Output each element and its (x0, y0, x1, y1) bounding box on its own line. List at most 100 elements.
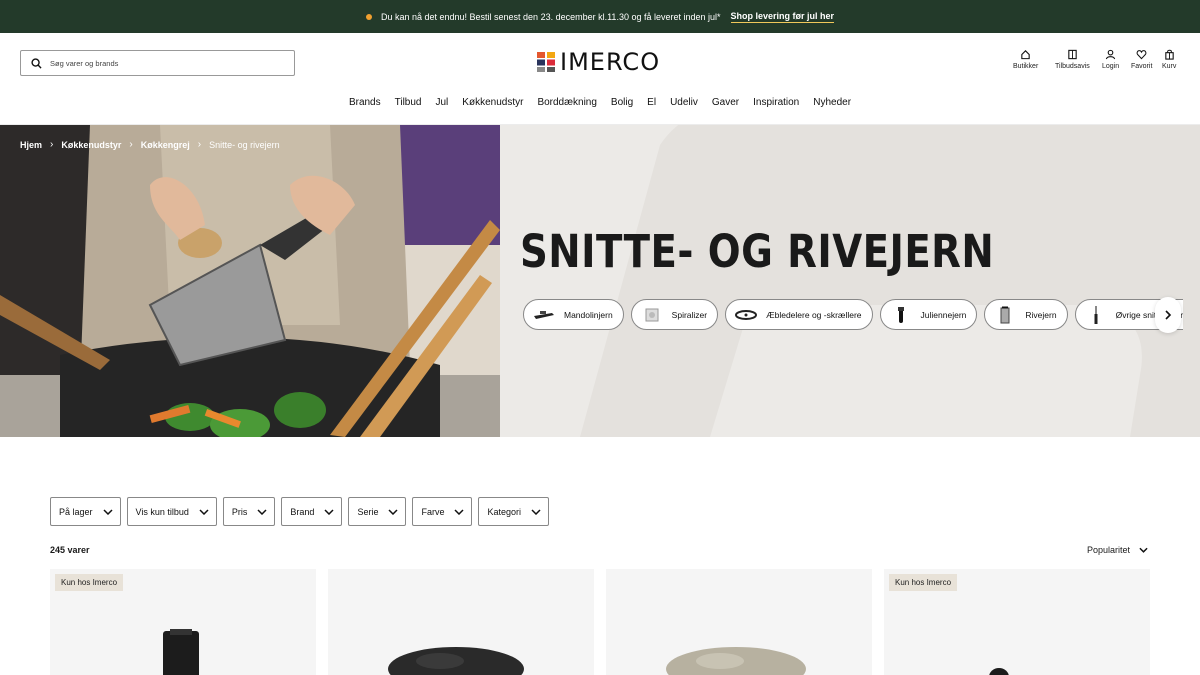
julienne-peeler-icon (897, 306, 904, 323)
chevron-down-icon (1139, 547, 1148, 553)
stores-link[interactable]: Butikker (1013, 49, 1038, 70)
breadcrumb-kokkengrej[interactable]: Køkkengrej (141, 140, 190, 150)
chip-spiralizer[interactable]: Spiralizer (630, 299, 719, 330)
chip-label: Rivejern (1025, 309, 1057, 320)
search-input[interactable] (50, 58, 270, 68)
filter-in-stock[interactable]: På lager (50, 497, 121, 526)
nav-item-nyheder[interactable]: Nyheder (813, 97, 851, 108)
product-image (388, 647, 524, 675)
nav-item-borddaekning[interactable]: Borddækning (537, 97, 596, 108)
logo-text: IMERCO (560, 48, 661, 76)
favorites-link[interactable]: Favorit (1131, 49, 1152, 70)
chip-aebledelere[interactable]: Æbledelere og -skrællere (725, 299, 873, 330)
stores-label: Butikker (1013, 63, 1039, 70)
filter-label: Vis kun tilbud (135, 506, 189, 517)
user-icon (1105, 49, 1116, 60)
announcement-bar: Du kan nå det endnu! Bestil senest den 2… (0, 0, 1200, 33)
cart-link[interactable]: Kurv (1162, 49, 1176, 70)
nav-item-tilbud[interactable]: Tilbud (395, 97, 422, 108)
main-nav: Brands Tilbud Jul Køkkenudstyr Borddækni… (0, 97, 1200, 108)
filter-color[interactable]: Farve (412, 497, 473, 526)
hero-background-shape (580, 125, 1200, 437)
hero-image (0, 125, 500, 437)
filter-offers[interactable]: Vis kun tilbud (126, 497, 217, 526)
subcategory-chips: Mandolinjern Spiralizer Æbledelere og -s… (523, 299, 1183, 331)
chip-mandolinjern[interactable]: Mandolinjern (523, 299, 624, 330)
catalog-link[interactable]: Tilbudsavis (1055, 49, 1090, 70)
announcement-link[interactable]: Shop levering før jul her (730, 11, 835, 23)
spiralizer-icon (645, 308, 659, 321)
sort-dropdown[interactable]: Popularitet (1087, 545, 1148, 555)
chevron-right-icon: › (197, 139, 202, 150)
filter-label: Kategori (487, 506, 521, 517)
breadcrumb-home[interactable]: Hjem (20, 140, 42, 150)
nav-item-gaver[interactable]: Gaver (712, 97, 739, 108)
nav-item-brands[interactable]: Brands (349, 97, 381, 108)
chevron-down-icon (257, 508, 267, 515)
breadcrumb-current: Snitte- og rivejern (209, 139, 280, 150)
product-card[interactable] (328, 569, 594, 675)
box-grater-icon (1000, 306, 1010, 323)
product-card[interactable] (606, 569, 872, 675)
page-title: SNITTE- OG RIVEJERN (520, 225, 995, 278)
nav-item-udeliv[interactable]: Udeliv (670, 97, 698, 108)
filter-price[interactable]: Pris (222, 497, 276, 526)
favorites-label: Favorit (1131, 63, 1153, 70)
chevron-down-icon (531, 508, 541, 515)
filter-brand[interactable]: Brand (281, 497, 343, 526)
login-link[interactable]: Login (1102, 49, 1119, 70)
filter-label: Farve (421, 506, 445, 517)
cart-icon (1164, 49, 1174, 60)
filter-bar: På lager Vis kun tilbud Pris Brand Serie… (50, 497, 549, 526)
imerco-logo[interactable]: IMERCO (536, 50, 660, 74)
breadcrumb-kokkenudstyr[interactable]: Køkkenudstyr (61, 140, 121, 150)
logo-mark-icon (537, 52, 555, 72)
filter-label: Brand (290, 506, 315, 517)
store-icon (1021, 50, 1030, 60)
search-box[interactable] (20, 50, 295, 76)
nav-item-inspiration[interactable]: Inspiration (753, 97, 799, 108)
filter-category[interactable]: Kategori (478, 497, 549, 526)
exclusive-badge: Kun hos Imerco (55, 574, 124, 591)
chip-label: Juliennejern (920, 309, 967, 320)
chevron-down-icon (324, 508, 334, 515)
filter-series[interactable]: Serie (348, 497, 407, 526)
announcement-message: Du kan nå det endnu! Bestil senest den 2… (380, 11, 721, 22)
nav-item-kokkenudstyr[interactable]: Køkkenudstyr (462, 97, 523, 108)
heart-icon (1136, 50, 1147, 60)
sort-label: Popularitet (1087, 545, 1131, 555)
grater-tool-icon (1094, 305, 1098, 324)
results-count: 245 varer (50, 545, 90, 555)
product-card[interactable]: Kun hos Imerco (884, 569, 1150, 675)
book-icon (1068, 49, 1077, 60)
status-dot-icon (365, 13, 372, 20)
nav-item-bolig[interactable]: Bolig (611, 97, 633, 108)
mandolin-icon (534, 310, 554, 319)
chip-label: Mandolinjern (564, 309, 613, 320)
filter-label: Serie (357, 506, 379, 517)
cart-label: Kurv (1162, 63, 1177, 70)
product-card[interactable]: Kun hos Imerco (50, 569, 316, 675)
chevron-right-icon: › (50, 139, 54, 150)
product-image (666, 647, 806, 675)
catalog-label: Tilbudsavis (1055, 63, 1090, 70)
chips-next-button[interactable] (1155, 297, 1181, 333)
chevron-down-icon (454, 508, 464, 515)
chevron-down-icon (103, 508, 113, 515)
nav-item-jul[interactable]: Jul (436, 97, 449, 108)
login-label: Login (1102, 63, 1120, 70)
chip-label: Spiralizer (671, 309, 708, 320)
breadcrumb: Hjem › Køkkenudstyr › Køkkengrej › Snitt… (20, 139, 280, 150)
filter-label: Pris (231, 506, 248, 517)
chevron-right-icon: › (129, 139, 133, 150)
grating-photo (0, 125, 500, 437)
chip-label: Æbledelere og -skrællere (766, 309, 862, 320)
category-hero: Hjem › Køkkenudstyr › Køkkengrej › Snitt… (0, 125, 1200, 437)
filter-label: På lager (59, 506, 93, 517)
chip-juliennejern[interactable]: Juliennejern (879, 299, 978, 330)
chip-rivejern[interactable]: Rivejern (984, 299, 1068, 330)
search-icon (31, 57, 42, 69)
chevron-down-icon (388, 508, 398, 515)
nav-item-el[interactable]: El (647, 97, 656, 108)
chevron-down-icon (199, 508, 209, 515)
